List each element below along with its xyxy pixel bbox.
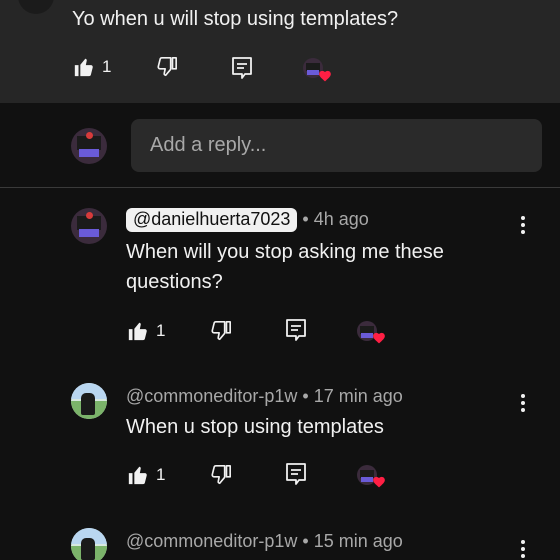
comment-icon <box>232 57 252 79</box>
comment-icon <box>286 463 306 485</box>
comment-meta: @commoneditor-p1w • 15 min ago <box>126 531 403 552</box>
heart-icon <box>319 70 331 82</box>
like-button[interactable]: 1 <box>127 464 165 486</box>
thumbs-up-icon <box>128 322 147 341</box>
heart-icon <box>373 476 385 488</box>
timestamp: 15 min ago <box>313 531 403 551</box>
comment-text: When u stop using templates <box>126 416 384 438</box>
like-count: 1 <box>102 57 112 76</box>
author-handle[interactable]: @commoneditor-p1w <box>126 386 297 406</box>
reply-button[interactable] <box>231 56 253 80</box>
more-vert-icon[interactable] <box>520 394 526 415</box>
separator: • <box>302 531 309 551</box>
avatar[interactable] <box>18 0 54 14</box>
dislike-button[interactable] <box>156 56 178 78</box>
like-count: 1 <box>156 321 166 340</box>
comment-text: questions? <box>126 271 223 293</box>
reply-input[interactable]: Add a reply... <box>131 119 542 172</box>
avatar[interactable] <box>71 383 107 419</box>
separator: • <box>302 386 309 406</box>
reply-button[interactable] <box>285 462 307 486</box>
comment-text: When will you stop asking me these <box>126 241 444 263</box>
parent-comment: Yo when u will stop using templates? 1 <box>0 0 560 103</box>
more-vert-icon[interactable] <box>520 540 526 560</box>
thumbs-down-icon <box>157 57 177 77</box>
avatar[interactable] <box>71 528 107 560</box>
like-button[interactable]: 1 <box>127 320 165 342</box>
heart-icon <box>373 332 385 344</box>
comment-meta: @danielhuerta7023 • 4h ago <box>126 208 369 232</box>
separator: • <box>302 209 309 229</box>
avatar[interactable] <box>71 128 107 164</box>
dislike-button[interactable] <box>210 320 232 342</box>
thumbs-down-icon <box>211 321 231 341</box>
comment-text: Yo when u will stop using templates? <box>72 8 399 30</box>
author-handle[interactable]: @commoneditor-p1w <box>126 531 297 551</box>
timestamp: 4h ago <box>313 209 369 229</box>
more-vert-icon[interactable] <box>520 216 526 237</box>
thumbs-down-icon <box>211 465 231 485</box>
like-count: 1 <box>156 465 166 484</box>
reply-button[interactable] <box>285 318 307 342</box>
comment-meta: @commoneditor-p1w • 17 min ago <box>126 386 403 407</box>
timestamp: 17 min ago <box>313 386 403 406</box>
dislike-button[interactable] <box>210 464 232 486</box>
thumbs-up-icon <box>128 466 147 485</box>
avatar[interactable] <box>71 208 107 244</box>
thumbs-up-icon <box>74 58 93 77</box>
comment-icon <box>286 319 306 341</box>
author-handle[interactable]: @danielhuerta7023 <box>126 208 298 232</box>
like-button[interactable]: 1 <box>73 56 111 78</box>
